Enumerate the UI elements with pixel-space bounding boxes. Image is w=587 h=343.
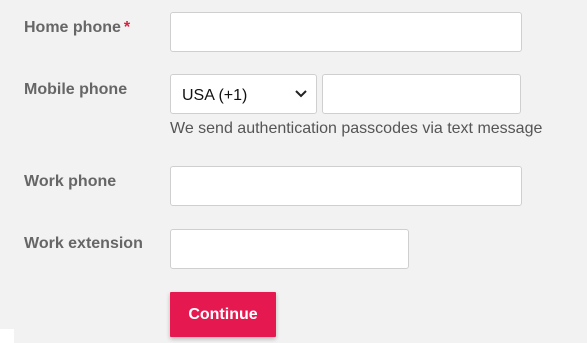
country-code-value: USA (+1) [182, 87, 248, 104]
home-phone-input[interactable] [170, 12, 522, 52]
mobile-phone-input[interactable] [322, 74, 521, 114]
required-marker: * [123, 19, 131, 36]
chevron-down-icon [295, 90, 307, 98]
home-phone-label: Home phone * [24, 19, 130, 37]
mobile-phone-helper-text: We send authentication passcodes via tex… [170, 120, 543, 137]
work-extension-label: Work extension [24, 235, 143, 252]
work-phone-input[interactable] [170, 166, 522, 206]
page-corner [0, 329, 14, 343]
continue-button[interactable]: Continue [170, 292, 276, 337]
work-phone-label: Work phone [24, 173, 117, 190]
country-code-select[interactable]: USA (+1) [170, 74, 317, 114]
mobile-phone-label: Mobile phone [24, 81, 128, 98]
home-phone-label-text: Home phone [24, 19, 121, 36]
work-extension-input[interactable] [170, 229, 409, 269]
